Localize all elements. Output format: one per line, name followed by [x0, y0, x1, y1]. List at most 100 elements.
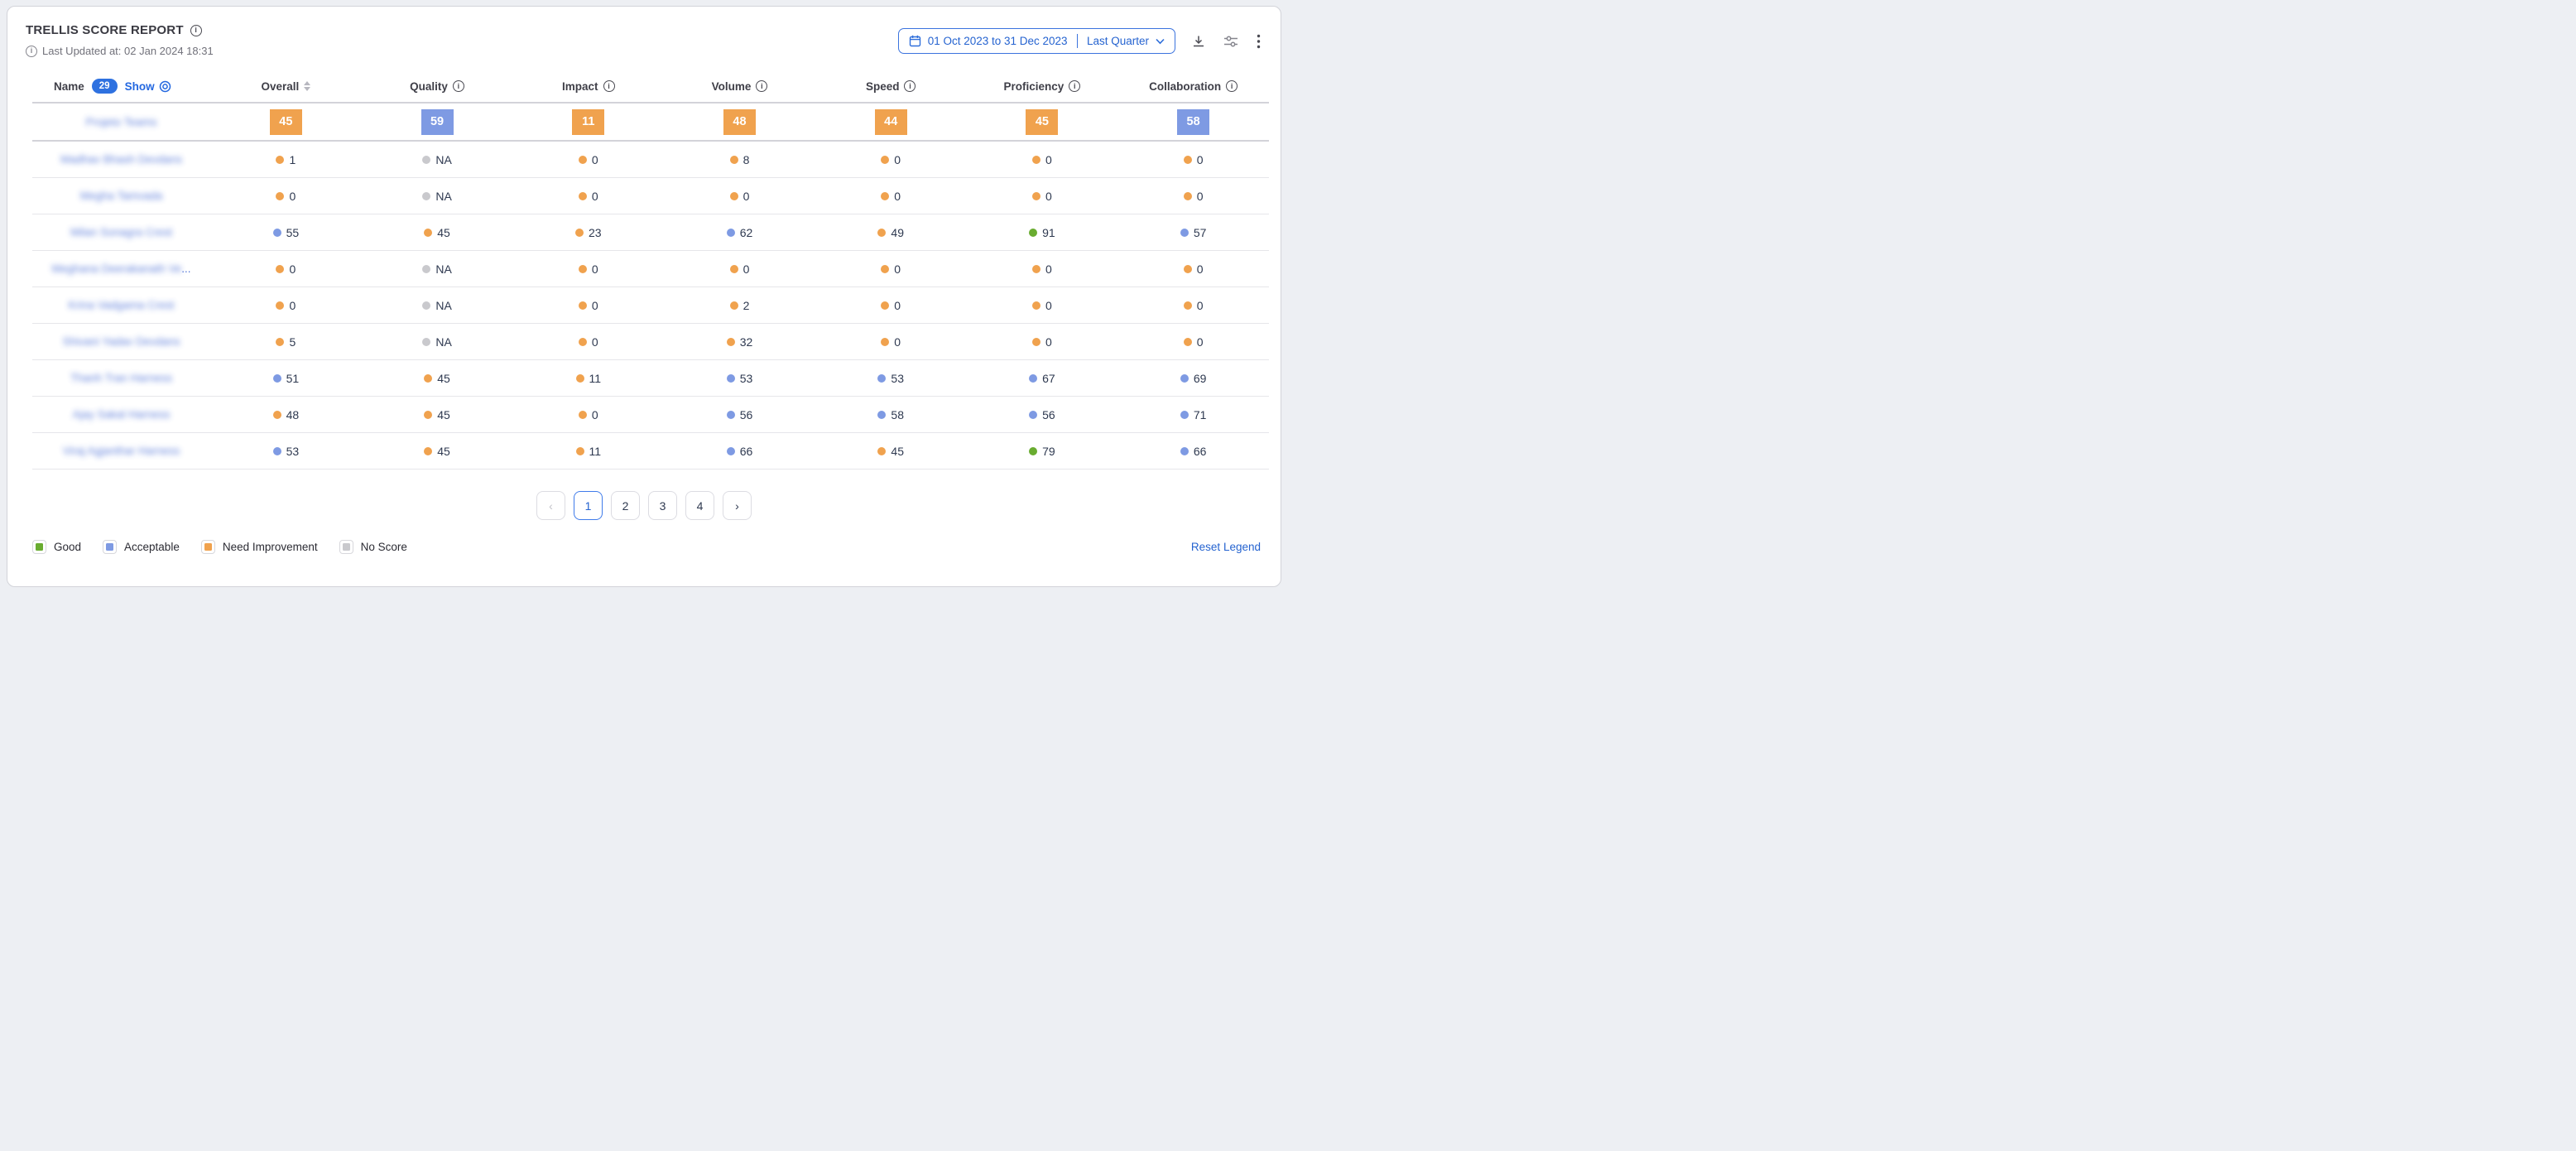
score-value: 0: [1045, 190, 1052, 203]
score-value: 51: [286, 372, 300, 385]
score-value: 91: [1042, 226, 1055, 239]
legend-label: Acceptable: [124, 541, 180, 553]
score-cell: 0: [1117, 299, 1269, 312]
legend-item-acceptable[interactable]: Acceptable: [103, 540, 180, 554]
date-preset-text: Last Quarter: [1087, 35, 1149, 47]
legend-label: No Score: [361, 541, 407, 553]
team-score-badge: 58: [1177, 109, 1209, 135]
score-value: 49: [891, 226, 904, 239]
kebab-menu-icon: [1257, 34, 1261, 49]
column-header-quality: Quality i: [362, 80, 513, 93]
member-name-cell: Madhav Bhash Devdans: [32, 153, 210, 166]
score-value: 45: [437, 445, 450, 458]
legend-item-need-improvement[interactable]: Need Improvement: [201, 540, 318, 554]
score-dot: [422, 338, 430, 346]
member-name-link[interactable]: Viraj Agjanthar Harness: [63, 445, 180, 457]
team-name-link[interactable]: Projeto Teams: [85, 116, 156, 128]
score-value: 66: [1194, 445, 1207, 458]
member-name-link[interactable]: Krina Vadgama Crest: [68, 299, 174, 311]
collaboration-info-icon[interactable]: i: [1226, 80, 1238, 92]
member-name-link[interactable]: Meghana Deerakanath Ve: [51, 262, 181, 275]
score-dot: [276, 265, 284, 273]
score-value: 66: [740, 445, 753, 458]
score-table: Name 29 Show Overall Quality i Impact: [32, 70, 1269, 470]
score-dot: [1184, 301, 1192, 310]
score-value: 53: [740, 372, 753, 385]
score-dot: [881, 265, 889, 273]
speed-info-icon[interactable]: i: [904, 80, 916, 92]
score-dot: [1032, 265, 1040, 273]
score-cell: 11: [512, 445, 664, 458]
score-value: 0: [894, 190, 901, 203]
member-name-link[interactable]: Shivani Yadav Devdans: [62, 335, 180, 348]
score-dot: [727, 447, 735, 455]
score-dot: [727, 229, 735, 237]
column-header-overall[interactable]: Overall: [210, 80, 362, 93]
score-value: 0: [1197, 190, 1204, 203]
score-dot: [424, 229, 432, 237]
proficiency-info-icon[interactable]: i: [1069, 80, 1080, 92]
score-value: 45: [437, 372, 450, 385]
page-button-1[interactable]: 1: [574, 491, 603, 520]
score-value: 32: [740, 335, 753, 349]
score-dot: [424, 374, 432, 383]
member-name-link[interactable]: Madhav Bhash Devdans: [60, 153, 182, 166]
score-dot: [276, 301, 284, 310]
score-cell: 0: [512, 153, 664, 166]
member-name-link[interactable]: Megha Tamvada: [80, 190, 163, 202]
member-name-link[interactable]: Thanh Tran Harness: [70, 372, 172, 384]
score-cell: 0: [512, 408, 664, 421]
legend-bar: Good Acceptable Need Improvement No Scor…: [7, 540, 1281, 554]
team-score-cell: 48: [664, 109, 815, 135]
score-value: 48: [286, 408, 300, 421]
score-dot: [1184, 192, 1192, 200]
title-info-icon[interactable]: i: [190, 25, 202, 36]
score-value: 45: [891, 445, 904, 458]
score-dot: [881, 338, 889, 346]
show-names-toggle[interactable]: Show: [125, 80, 171, 93]
score-value: 0: [592, 190, 598, 203]
settings-button[interactable]: [1222, 33, 1240, 50]
score-cell: 71: [1117, 408, 1269, 421]
member-name-cell: Megha Tamvada: [32, 190, 210, 202]
score-dot: [1032, 338, 1040, 346]
score-value: 0: [1045, 153, 1052, 166]
page-button-3[interactable]: 3: [648, 491, 677, 520]
member-name-link[interactable]: Ajay Sakal Harness: [73, 408, 171, 421]
score-cell: 0: [210, 299, 362, 312]
score-cell: 0: [512, 299, 664, 312]
score-cell: 45: [362, 226, 513, 239]
volume-info-icon[interactable]: i: [756, 80, 767, 92]
next-page-button[interactable]: ›: [723, 491, 752, 520]
show-label: Show: [125, 80, 155, 93]
chevron-down-icon: [1156, 38, 1165, 45]
page-button-2[interactable]: 2: [611, 491, 640, 520]
score-value: 53: [891, 372, 904, 385]
quality-info-icon[interactable]: i: [453, 80, 464, 92]
score-value: 45: [437, 408, 450, 421]
score-cell: 0: [1117, 190, 1269, 203]
score-value: 0: [592, 153, 598, 166]
legend-item-no-score[interactable]: No Score: [339, 540, 407, 554]
prev-page-button[interactable]: ‹: [536, 491, 565, 520]
reset-legend-link[interactable]: Reset Legend: [1191, 541, 1261, 553]
score-dot: [579, 301, 587, 310]
score-value: 56: [740, 408, 753, 421]
download-button[interactable]: [1190, 33, 1207, 50]
member-name-link[interactable]: Milan Sonagra Crest: [70, 226, 172, 238]
column-label: Quality: [410, 80, 448, 93]
score-cell: 45: [362, 445, 513, 458]
date-range-button[interactable]: 01 Oct 2023 to 31 Dec 2023 Last Quarter: [898, 28, 1175, 54]
score-cell: 57: [1117, 226, 1269, 239]
score-value: 0: [592, 299, 598, 312]
impact-info-icon[interactable]: i: [603, 80, 615, 92]
score-cell: 0: [967, 153, 1118, 166]
legend-item-good[interactable]: Good: [32, 540, 81, 554]
legend-label: Good: [54, 541, 81, 553]
table-row: Ajay Sakal Harness 48 45 0 56 58 56: [32, 397, 1269, 433]
more-options-button[interactable]: [1255, 32, 1262, 51]
page-button-4[interactable]: 4: [685, 491, 714, 520]
sort-icon[interactable]: [304, 81, 310, 91]
team-score-badge: 44: [875, 109, 907, 135]
score-cell: NA: [362, 153, 513, 166]
